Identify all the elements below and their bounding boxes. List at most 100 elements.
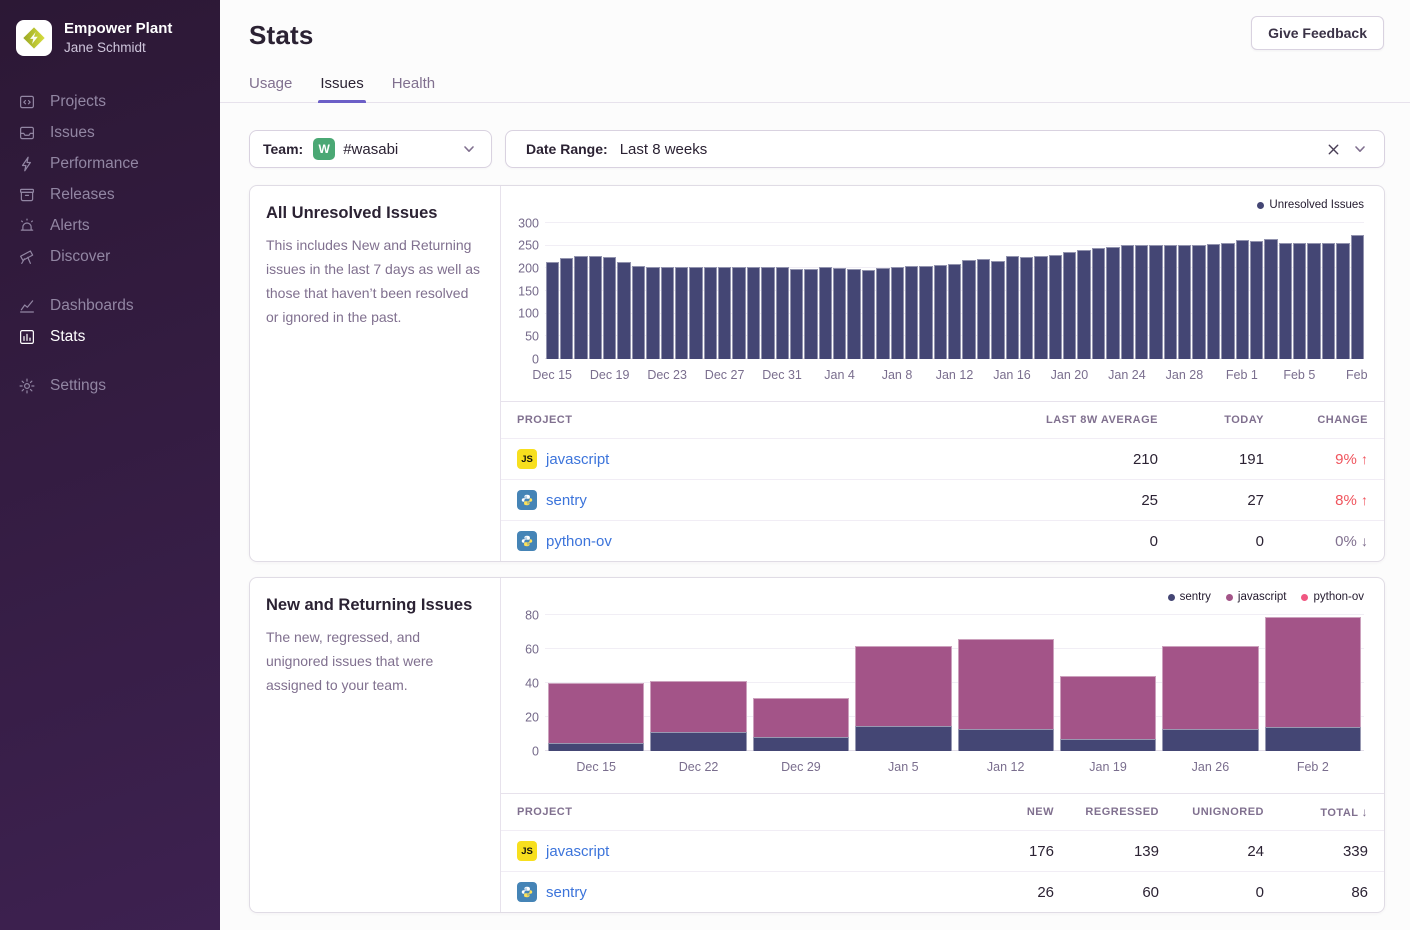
sidebar-item-stats[interactable]: Stats [0,321,220,352]
chart-bar [1092,248,1105,359]
x-axis-tick-label: Feb [1346,368,1368,382]
legend-dot-icon [1301,594,1308,601]
legend-label: python-ov [1313,591,1364,603]
chart-bar [1020,257,1033,359]
user-name: Jane Schmidt [64,39,172,57]
sidebar-item-label: Releases [50,186,115,204]
column-header-today[interactable]: TODAY [1158,414,1264,426]
legend-item-python-ov: python-ov [1301,591,1364,603]
sidebar-item-discover[interactable]: Discover [0,241,220,272]
chart-bar [1221,243,1234,359]
sidebar-item-issues[interactable]: Issues [0,117,220,148]
x-axis-tick-label: Jan 24 [1108,368,1146,382]
project-cell: sentry [517,882,948,902]
sidebar-item-projects[interactable]: Projects [0,86,220,117]
chart-bar [977,259,990,359]
tab-issues[interactable]: Issues [320,75,363,102]
change-up-icon: ↑ [1361,492,1368,508]
column-header-change[interactable]: CHANGE [1264,414,1368,426]
table-header-row: PROJECTNEWREGRESSEDUNIGNOREDTOTAL↓ [501,794,1384,830]
give-feedback-button[interactable]: Give Feedback [1251,16,1384,50]
value-cell: 25 [1008,492,1158,509]
column-header-project[interactable]: PROJECT [517,806,948,818]
x-axis-tick-label: Feb 2 [1297,760,1329,774]
legend-label: sentry [1180,591,1211,603]
chart-bar [1164,245,1177,359]
column-header-unignored[interactable]: UNIGNORED [1159,806,1264,818]
x-axis: Dec 15Dec 22Dec 29Jan 5Jan 12Jan 19Jan 2… [545,751,1364,785]
value-cell: 176 [948,843,1054,860]
chart-bar [546,262,559,359]
chart-bar [1049,255,1062,359]
chart-bar [761,267,774,359]
chart-bar [1077,250,1090,359]
sidebar-item-alerts[interactable]: Alerts [0,210,220,241]
date-range-label: Date Range: [526,141,608,157]
column-header-total[interactable]: TOTAL↓ [1264,805,1368,819]
bar-segment-sentry [855,726,951,752]
chart-bar [1006,256,1019,359]
x-axis-tick-label: Feb 5 [1283,368,1315,382]
y-axis-tick-label: 250 [518,239,539,252]
python-platform-icon [517,882,537,902]
page-title: Stats [249,20,1384,51]
date-range-select[interactable]: Date Range: Last 8 weeks [505,130,1385,168]
chart-bar [804,269,817,359]
column-header-regressed[interactable]: REGRESSED [1054,806,1159,818]
legend-item-unresolved-issues: Unresolved Issues [1257,199,1364,211]
value-cell: 210 [1008,451,1158,468]
column-header-new[interactable]: NEW [948,806,1054,818]
panel-main: Unresolved Issues 050100150200250300 Dec… [501,186,1384,561]
column-header-avg[interactable]: LAST 8W AVERAGE [1008,414,1158,426]
team-select-label: Team: [263,141,303,157]
chart-bar [603,257,616,359]
y-axis: 020406080 [511,615,545,751]
nav-group: Dashboards Stats [0,290,220,352]
bar-segment-sentry [753,737,849,751]
tab-health[interactable]: Health [392,75,435,102]
sidebar-nav: ProjectsIssuesPerformanceReleasesAlertsD… [0,86,220,401]
value-cell: 0 [1159,884,1264,901]
project-link[interactable]: javascript [546,843,609,860]
value-cell: 139 [1054,843,1159,860]
project-link[interactable]: sentry [546,884,587,901]
sidebar-item-dashboards[interactable]: Dashboards [0,290,220,321]
sidebar-item-releases[interactable]: Releases [0,179,220,210]
nav-group: Settings [0,370,220,401]
date-range-value: Last 8 weeks [620,141,708,158]
column-header-project[interactable]: PROJECT [517,414,1008,426]
tab-usage[interactable]: Usage [249,75,292,102]
legend-dot-icon [1168,594,1175,601]
x-axis-tick-label: Dec 22 [679,760,719,774]
team-select[interactable]: Team: W #wasabi [249,130,492,168]
stacked-bar [1265,615,1361,751]
chevron-down-icon [1352,141,1368,157]
y-axis-tick-label: 300 [518,217,539,230]
sidebar-item-label: Dashboards [50,297,134,315]
project-link[interactable]: python-ov [546,533,612,550]
project-link[interactable]: sentry [546,492,587,509]
plot-area: Dec 15Dec 22Dec 29Jan 5Jan 12Jan 19Jan 2… [545,615,1364,785]
value-cell: 24 [1159,843,1264,860]
chart-bar [948,264,961,359]
bar-segment-javascript [753,698,849,737]
x-axis-tick-label: Dec 15 [532,368,572,382]
clear-icon[interactable] [1326,142,1341,157]
chart-bar [1264,239,1277,359]
y-axis-tick-label: 0 [532,745,539,758]
project-cell: sentry [517,490,1008,510]
table-row: sentry25278% ↑ [501,479,1384,520]
sidebar-item-settings[interactable]: Settings [0,370,220,401]
chart-bar [732,267,745,359]
sidebar-item-performance[interactable]: Performance [0,148,220,179]
chart-bar [747,267,760,359]
chart-bar [891,267,904,359]
projects-icon [18,93,36,111]
stacked-bar [753,615,849,751]
chart-bar [1351,235,1364,359]
chart-bar [1293,243,1306,359]
bar-segment-sentry [1060,739,1156,751]
org-header[interactable]: Empower Plant Jane Schmidt [0,15,220,64]
project-link[interactable]: javascript [546,451,609,468]
bar-segment-sentry [1265,727,1361,751]
